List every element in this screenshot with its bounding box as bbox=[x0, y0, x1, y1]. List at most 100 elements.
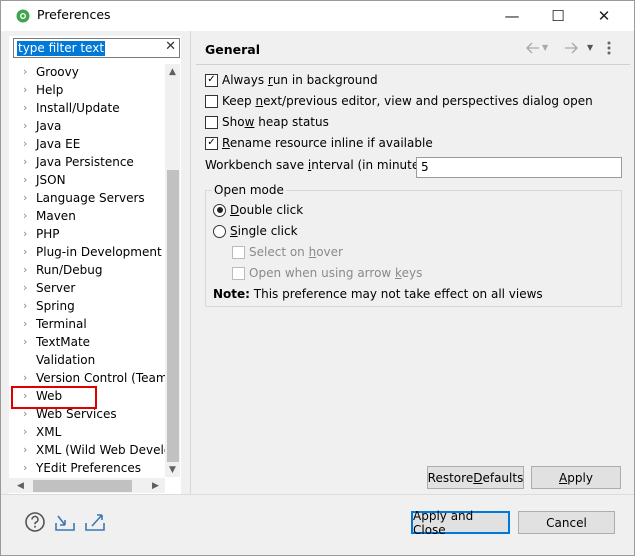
chevron-right-icon[interactable]: › bbox=[23, 315, 36, 333]
scroll-right-icon[interactable]: ▶ bbox=[148, 478, 163, 493]
chevron-right-icon[interactable]: › bbox=[23, 99, 36, 117]
tree-item-label: Help bbox=[36, 83, 64, 97]
restore-defaults-button[interactable]: Restore Defaults bbox=[427, 466, 524, 489]
checkbox-label: Select on hover bbox=[249, 245, 343, 259]
tree-item-language-servers[interactable]: › Language Servers bbox=[23, 189, 145, 207]
pane-divider[interactable] bbox=[190, 31, 191, 494]
tree-item-help[interactable]: › Help bbox=[23, 81, 63, 99]
export-icon[interactable] bbox=[84, 511, 106, 533]
tree-item-install-update[interactable]: › Install/Update bbox=[23, 99, 120, 117]
tree-item-label: Validation bbox=[36, 353, 96, 367]
forward-dropdown-icon[interactable]: ▼ bbox=[587, 43, 593, 52]
tree-item-label: XML (Wild Web Develop bbox=[36, 443, 179, 457]
tree-item-yedit-preferences[interactable]: › YEdit Preferences bbox=[23, 459, 141, 477]
tree-item-label: PHP bbox=[36, 227, 60, 241]
chevron-right-icon[interactable]: › bbox=[23, 153, 36, 171]
filter-input-text: type filter text bbox=[17, 41, 106, 56]
apply-and-close-button[interactable]: Apply and Close bbox=[411, 509, 510, 537]
scroll-down-icon[interactable]: ▼ bbox=[165, 462, 180, 477]
tree-item-java-persistence[interactable]: › Java Persistence bbox=[23, 153, 134, 171]
keep-next-previous-editor-checkbox[interactable]: Keep next/previous editor, view and pers… bbox=[205, 92, 593, 110]
tree-vertical-scroll-thumb[interactable] bbox=[167, 170, 179, 462]
tree-item-json[interactable]: › JSON bbox=[23, 171, 66, 189]
always-run-in-background-checkbox[interactable]: ✓ Always run in background bbox=[205, 71, 378, 89]
tree-item-php[interactable]: › PHP bbox=[23, 225, 60, 243]
tree-horizontal-scroll-thumb[interactable] bbox=[33, 480, 132, 492]
tree-item-java-ee[interactable]: › Java EE bbox=[23, 135, 80, 153]
chevron-right-icon[interactable]: › bbox=[23, 171, 36, 189]
close-button[interactable]: ✕ bbox=[581, 0, 627, 31]
chevron-right-icon[interactable]: › bbox=[23, 261, 36, 279]
scroll-left-icon[interactable]: ◀ bbox=[13, 478, 28, 493]
window-title: Preferences bbox=[37, 7, 111, 22]
tree-item-plug-in-development[interactable]: › Plug-in Development bbox=[23, 243, 162, 261]
help-icon[interactable] bbox=[24, 511, 46, 533]
tree-item-label: Language Servers bbox=[36, 191, 145, 205]
chevron-right-icon[interactable]: › bbox=[23, 459, 36, 477]
checkbox-box[interactable] bbox=[205, 115, 218, 129]
radio-label: Double click bbox=[230, 203, 304, 217]
tree-item-label: Java EE bbox=[36, 137, 81, 151]
chevron-right-icon[interactable]: › bbox=[23, 63, 36, 81]
highlight-box bbox=[11, 386, 97, 409]
chevron-right-icon[interactable]: › bbox=[23, 207, 36, 225]
checkbox-box bbox=[232, 266, 245, 280]
chevron-right-icon[interactable]: › bbox=[23, 189, 36, 207]
tree-item-xml-wild-web-develop[interactable]: › XML (Wild Web Develop bbox=[23, 441, 179, 459]
tree-item-label: Version Control (Team) bbox=[36, 371, 173, 385]
chevron-right-icon[interactable]: › bbox=[23, 333, 36, 351]
tree-item-groovy[interactable]: › Groovy bbox=[23, 63, 79, 81]
back-arrow-icon[interactable] bbox=[526, 42, 540, 54]
chevron-right-icon[interactable]: › bbox=[23, 117, 36, 135]
tree-item-label: Run/Debug bbox=[36, 263, 103, 277]
tree-item-validation[interactable]: Validation bbox=[23, 351, 95, 369]
tree-item-terminal[interactable]: › Terminal bbox=[23, 315, 87, 333]
tree-item-label: YEdit Preferences bbox=[36, 461, 141, 475]
rename-resource-inline-checkbox[interactable]: ✓ Rename resource inline if available bbox=[205, 134, 433, 152]
chevron-right-icon[interactable]: › bbox=[23, 81, 36, 99]
minimize-button[interactable]: — bbox=[489, 0, 535, 31]
tree-item-maven[interactable]: › Maven bbox=[23, 207, 76, 225]
forward-arrow-icon[interactable] bbox=[564, 42, 578, 54]
save-interval-label: Workbench save interval (in minutes): bbox=[205, 158, 435, 172]
import-icon[interactable] bbox=[54, 511, 76, 533]
clear-filter-icon[interactable]: ✕ bbox=[165, 39, 176, 54]
tree-item-java[interactable]: › Java bbox=[23, 117, 61, 135]
chevron-right-icon[interactable]: › bbox=[23, 441, 36, 459]
radio-button[interactable] bbox=[213, 203, 226, 217]
maximize-button[interactable]: ☐ bbox=[535, 0, 581, 31]
tree-item-run-debug[interactable]: › Run/Debug bbox=[23, 261, 103, 279]
chevron-right-icon[interactable]: › bbox=[23, 279, 36, 297]
tree-item-xml[interactable]: › XML bbox=[23, 423, 61, 441]
chevron-right-icon[interactable]: › bbox=[23, 243, 36, 261]
chevron-right-icon[interactable]: › bbox=[23, 135, 36, 153]
filter-input[interactable]: type filter text ✕ bbox=[13, 38, 180, 58]
chevron-right-icon[interactable]: › bbox=[23, 297, 36, 315]
chevron-right-icon[interactable]: › bbox=[23, 423, 36, 441]
tree-item-spring[interactable]: › Spring bbox=[23, 297, 75, 315]
back-dropdown-icon[interactable]: ▼ bbox=[542, 43, 548, 52]
checkbox-box[interactable] bbox=[205, 94, 218, 108]
checkbox-label: Open when using arrow keys bbox=[249, 266, 423, 280]
tree-item-label: Java bbox=[36, 119, 62, 133]
tree-item-server[interactable]: › Server bbox=[23, 279, 75, 297]
tree-item-textmate[interactable]: › TextMate bbox=[23, 333, 90, 351]
tree-item-version-control-team[interactable]: › Version Control (Team) bbox=[23, 369, 172, 387]
radio-button[interactable] bbox=[213, 224, 226, 238]
cancel-button[interactable]: Cancel bbox=[518, 511, 615, 534]
tree-item-label: Spring bbox=[36, 299, 75, 313]
chevron-right-icon[interactable]: › bbox=[23, 369, 36, 387]
checkbox-box[interactable]: ✓ bbox=[205, 73, 218, 87]
save-interval-input[interactable]: 5 bbox=[416, 157, 622, 178]
scroll-up-icon[interactable]: ▲ bbox=[165, 64, 180, 79]
single-click-radio[interactable]: Single click bbox=[213, 222, 298, 240]
select-on-hover-checkbox: Select on hover bbox=[232, 243, 343, 261]
tree-item-label: Plug-in Development bbox=[36, 245, 162, 259]
tree-item-label: Maven bbox=[36, 209, 76, 223]
show-heap-status-checkbox[interactable]: Show heap status bbox=[205, 113, 329, 131]
chevron-right-icon[interactable]: › bbox=[23, 225, 36, 243]
checkbox-box[interactable]: ✓ bbox=[205, 136, 218, 150]
double-click-radio[interactable]: Double click bbox=[213, 201, 303, 219]
apply-button[interactable]: Apply bbox=[531, 466, 621, 489]
view-menu-icon[interactable] bbox=[606, 41, 612, 55]
